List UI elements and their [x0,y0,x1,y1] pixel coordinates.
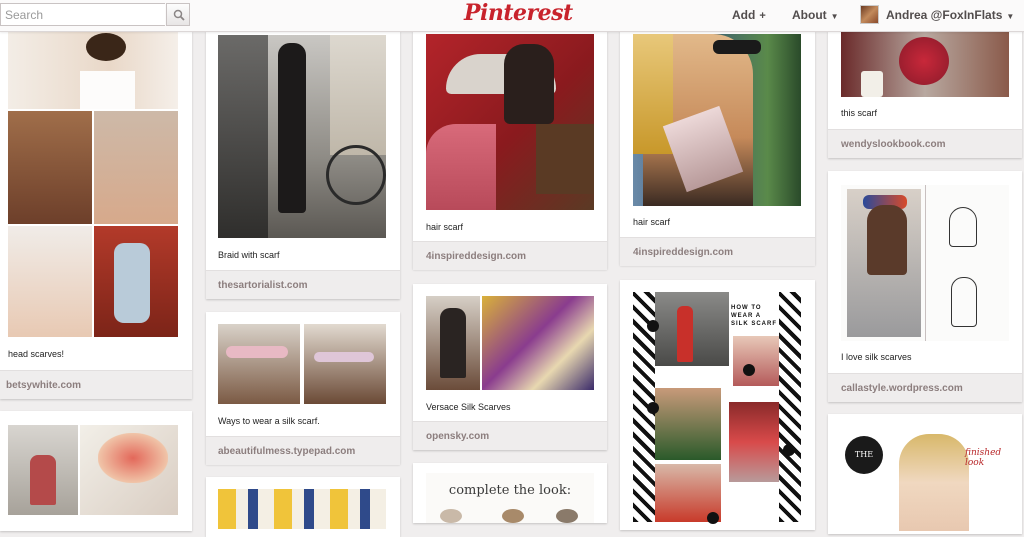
pinterest-logo[interactable]: Pinterest [464,0,573,26]
top-bar: Pinterest Add+ About▼ Andrea @FoxInFlats… [0,0,1024,32]
user-label: Andrea @FoxInFlats [886,8,1003,22]
about-menu[interactable]: About ▼ [792,8,839,22]
pin-image[interactable]: HOW TO WEAR A SILK SCARF [633,292,801,524]
search-input[interactable] [0,3,165,26]
about-label: About [792,8,827,22]
search-icon [173,9,185,21]
pin-card[interactable] [0,411,192,531]
pin-caption: I love silk scarves [841,352,912,362]
pin-source-label: 4inspireddesign.com [426,251,527,262]
add-label: Add [732,8,756,22]
pin-caption: hair scarf [633,217,671,227]
pin-card[interactable]: this scarf wendyslookbook.com [828,31,1022,158]
pin-source-label: opensky.com [426,431,490,442]
pin-source[interactable]: abeautifulmess.typepad.com [206,436,400,465]
pin-image[interactable] [426,296,594,390]
pin-image[interactable] [841,31,1009,97]
pin-caption: Ways to wear a silk scarf. [218,416,320,426]
pin-image[interactable]: THE CITY finished look [841,426,1009,531]
pin-card[interactable]: head scarves! betsywhite.com [0,31,192,399]
complete-look-text: complete the look: [448,483,572,498]
pin-image[interactable] [218,35,386,238]
pin-image[interactable] [218,324,386,404]
pin-image[interactable] [8,31,178,337]
pin-source-label: 4inspireddesign.com [633,247,734,258]
pin-source-label: callastyle.wordpress.com [841,383,963,394]
pin-card[interactable]: HOW TO WEAR A SILK SCARF [620,280,815,530]
finished-look-text: finished look [965,448,1002,468]
pin-card[interactable]: hair scarf 4inspireddesign.com [413,31,607,270]
add-menu[interactable]: Add + [732,8,766,22]
pin-source[interactable]: betsywhite.com [0,370,192,399]
search-box [0,3,190,26]
pin-card[interactable]: complete the look: [413,463,607,523]
pin-source[interactable]: callastyle.wordpress.com [828,373,1022,402]
pin-caption: hair scarf [426,222,464,232]
the-city-badge: THE CITY [845,436,883,497]
chevron-down-icon: ▼ [830,12,839,21]
pin-card[interactable] [206,477,400,537]
pin-card[interactable]: Versace Silk Scarves opensky.com [413,284,607,450]
pin-card[interactable]: hair scarf 4inspireddesign.com [620,31,815,266]
pin-caption: Versace Silk Scarves [426,402,511,412]
pin-source-label: abeautifulmess.typepad.com [218,446,356,457]
pin-image[interactable] [426,34,594,210]
pin-source[interactable]: thesartorialist.com [206,270,400,299]
pin-source-label: wendyslookbook.com [841,139,946,150]
how-to-wear-text: HOW TO WEAR A SILK SCARF [731,305,777,327]
pin-image[interactable] [633,34,801,206]
pin-source-label: thesartorialist.com [218,280,308,291]
pin-image[interactable] [8,425,178,515]
pin-source[interactable]: opensky.com [413,421,607,450]
pin-image[interactable]: complete the look: [426,473,594,523]
pin-image[interactable] [218,489,386,529]
pin-image[interactable] [841,185,1009,341]
pin-card[interactable]: I love silk scarves callastyle.wordpress… [828,171,1022,402]
plus-icon: + [759,10,766,22]
pin-source[interactable]: wendyslookbook.com [828,129,1022,158]
avatar[interactable] [860,5,879,24]
user-menu[interactable]: Andrea @FoxInFlats ▼ [886,8,1014,22]
search-button[interactable] [166,3,190,26]
pin-source[interactable]: 4inspireddesign.com [413,241,607,270]
chevron-down-icon: ▼ [1006,12,1015,21]
pin-caption: Braid with scarf [218,250,280,260]
pin-card[interactable]: Braid with scarf thesartorialist.com [206,31,400,299]
pin-source-label: betsywhite.com [6,380,82,391]
pin-source[interactable]: 4inspireddesign.com [620,237,815,266]
pin-card[interactable]: Ways to wear a silk scarf. abeautifulmes… [206,312,400,465]
pin-caption: head scarves! [8,349,65,359]
pin-card[interactable]: THE CITY finished look [828,414,1022,534]
pin-caption: this scarf [841,108,878,118]
